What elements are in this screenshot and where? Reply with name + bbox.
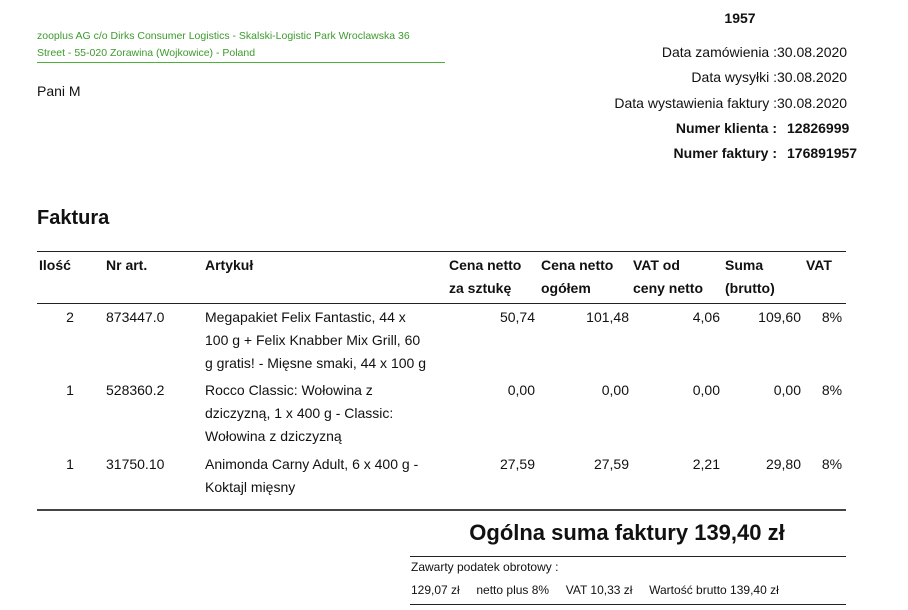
article-name-line: Koktajl mięsny	[205, 479, 296, 495]
article-name-line: Animonda Carny Adult, 6 x 400 g -	[205, 456, 419, 472]
table-cell-unit: 0,00	[507, 382, 535, 398]
column-header-line: Cena netto	[449, 257, 522, 273]
column-header-line: VAT od	[633, 257, 680, 273]
table-top-rule	[37, 251, 846, 252]
meta-row: Data zamówienia :30.08.2020	[433, 42, 853, 67]
sender-divider	[37, 62, 445, 63]
meta-value: 30.08.2020	[777, 69, 848, 86]
column-header-rate: VAT	[806, 254, 846, 277]
column-header-art: Nr art.	[106, 254, 202, 277]
meta-row: Data wysyłki :30.08.2020	[433, 67, 853, 92]
column-header-total: Cena netto ogółem	[541, 254, 627, 300]
table-cell-qty: 1	[66, 382, 74, 398]
table-cell-rate: 8%	[821, 382, 843, 398]
meta-value: 30.08.2020	[777, 94, 848, 111]
table-cell-name: Animonda Carny Adult, 6 x 400 g - Koktajl…	[205, 453, 445, 499]
table-cell-qty: 1	[66, 456, 74, 472]
table-cell-qty: 2	[66, 309, 74, 325]
table-cell-sum: 0,00	[773, 382, 801, 398]
meta-label: Numer klienta :	[675, 119, 777, 136]
column-header-line: VAT	[806, 257, 832, 273]
table-cell-name: Megapakiet Felix Fantastic, 44 x 100 g + …	[205, 306, 445, 375]
table-cell-rate: 8%	[821, 456, 843, 472]
column-header-sum: Suma (brutto)	[725, 254, 801, 300]
page-title: Faktura	[37, 207, 110, 229]
article-name-line: 100 g + Felix Knabber Mix Grill, 60	[205, 332, 421, 348]
column-header-line: ceny netto	[633, 280, 704, 296]
article-name-line: g gratis! - Mięsne smaki, 44 x 100 g	[205, 355, 426, 371]
sender-address: zooplus AG c/o Dirks Consumer Logistics …	[37, 28, 445, 62]
column-header-line: (brutto)	[725, 280, 775, 296]
meta-label: Data zamówienia :	[661, 44, 777, 60]
table-cell-vat: 2,21	[692, 456, 720, 472]
table-cell-art: 528360.2	[106, 382, 165, 398]
column-header-vat: VAT od ceny netto	[633, 254, 719, 300]
meta-label: Data wysyłki :	[691, 69, 777, 86]
invoice-total: Ogólna suma faktury 139,40 zł	[469, 520, 785, 545]
column-header-line: ogółem	[541, 280, 591, 296]
article-name-line: Wołowina z dziczyzną	[205, 428, 342, 444]
article-name-line: dziczyzną, 1 x 400 g - Classic:	[205, 405, 394, 421]
sender-line-1: zooplus AG c/o Dirks Consumer Logistics …	[37, 30, 410, 42]
column-header-line: Artykuł	[205, 257, 254, 273]
recipient-name: Pani M	[37, 83, 81, 99]
table-cell-rate: 8%	[821, 309, 843, 325]
table-cell-total: 27,59	[593, 456, 629, 472]
article-name-line: Megapakiet Felix Fantastic, 44 x	[205, 309, 406, 325]
vat-summary-bottom-rule	[410, 604, 846, 605]
table-cell-name: Rocco Classic: Wołowina z dziczyzną, 1 x …	[205, 379, 445, 448]
meta-row: Data wystawienia faktury :30.08.2020	[433, 93, 853, 118]
vat-summary-title: Zawarty podatek obrotowy :	[411, 560, 559, 574]
table-cell-vat: 4,06	[692, 309, 720, 325]
meta-value: 30.08.2020	[777, 44, 848, 60]
vat-summary-line: 129,07 zł netto plus 8% VAT 10,33 zł War…	[411, 583, 779, 597]
meta-row: Numer faktury : 176891957	[433, 143, 858, 168]
column-header-line: Suma	[725, 257, 764, 273]
meta-row: Numer klienta : 12826999	[433, 118, 853, 143]
column-header-qty: Ilość	[39, 254, 97, 277]
table-cell-art: 873447.0	[106, 309, 165, 325]
invoice-meta: Data zamówienia :30.08.2020 Data wysyłki …	[433, 42, 858, 168]
table-cell-sum: 109,60	[758, 309, 801, 325]
column-header-line: Nr art.	[106, 257, 148, 273]
meta-label: Numer faktury :	[673, 145, 777, 162]
column-header-line: Cena netto	[541, 257, 614, 273]
vat-summary-top-rule	[410, 556, 846, 557]
table-cell-unit: 50,74	[499, 309, 535, 325]
column-header-line: za sztukę	[449, 280, 512, 296]
table-cell-sum: 29,80	[765, 456, 801, 472]
table-cell-unit: 27,59	[499, 456, 535, 472]
table-header-rule	[37, 303, 846, 304]
meta-value: 12826999	[787, 119, 850, 136]
sender-line-2: Street - 55-020 Zorawina (Wojkowice) - P…	[37, 47, 256, 59]
table-cell-art: 31750.10	[106, 456, 165, 472]
column-header-unit: Cena netto za sztukę	[449, 254, 535, 300]
table-cell-vat: 0,00	[692, 382, 720, 398]
meta-value: 176891957	[787, 145, 858, 162]
document-number: 1957	[724, 10, 756, 26]
table-cell-total: 101,48	[586, 309, 629, 325]
table-bottom-rule	[37, 509, 846, 511]
article-name-line: Rocco Classic: Wołowina z	[205, 382, 373, 398]
table-cell-total: 0,00	[601, 382, 629, 398]
column-header-name: Artykuł	[205, 254, 445, 277]
meta-label: Data wystawienia faktury :	[614, 94, 777, 111]
column-header-line: Ilość	[39, 257, 71, 273]
